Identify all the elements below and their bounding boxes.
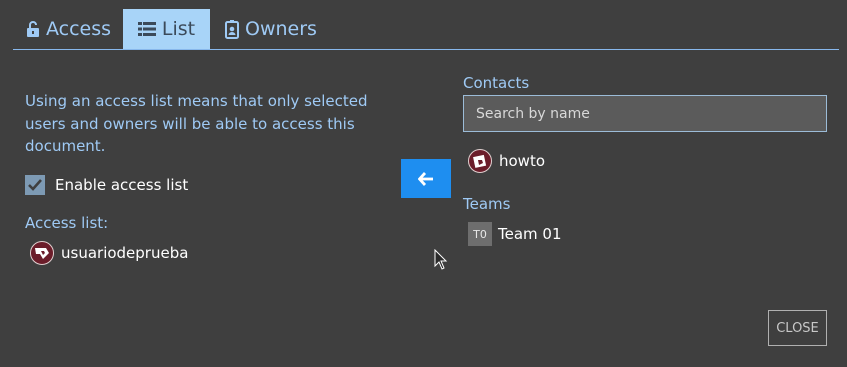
- id-badge-icon: [225, 19, 239, 39]
- enable-access-list-checkbox[interactable]: [25, 175, 45, 195]
- tab-list[interactable]: List: [123, 9, 210, 49]
- teams-heading: Teams: [463, 195, 511, 213]
- enable-access-list-label: Enable access list: [55, 176, 189, 194]
- arrow-left-icon: [418, 171, 433, 186]
- contact-name: howto: [499, 152, 546, 170]
- close-button[interactable]: CLOSE: [768, 310, 827, 346]
- team-name: Team 01: [498, 225, 562, 243]
- unlock-icon: [26, 20, 40, 38]
- contacts-heading: Contacts: [463, 74, 530, 92]
- move-to-access-list-button[interactable]: [401, 159, 451, 198]
- mouse-pointer-icon: [434, 249, 448, 270]
- tab-access[interactable]: Access: [26, 9, 111, 49]
- user-avatar-icon: [30, 241, 54, 265]
- checkmark-icon: [28, 179, 42, 191]
- tab-list-label: List: [161, 18, 196, 40]
- tab-owners-label: Owners: [245, 18, 317, 40]
- contact-item[interactable]: howto: [468, 149, 545, 173]
- access-list-item-name: usuariodeprueba: [61, 244, 189, 262]
- access-list-description: Using an access list means that only sel…: [25, 92, 368, 155]
- search-input[interactable]: [463, 95, 827, 132]
- tab-owners[interactable]: Owners: [225, 9, 317, 49]
- tab-bar: Access List Owners: [13, 9, 839, 50]
- list-icon: [137, 21, 156, 37]
- team-item[interactable]: T0 Team 01: [468, 222, 562, 246]
- team-badge: T0: [468, 222, 492, 246]
- access-list-item[interactable]: usuariodeprueba: [30, 241, 188, 265]
- enable-access-list-row[interactable]: Enable access list: [25, 175, 188, 195]
- tab-access-label: Access: [46, 18, 112, 40]
- access-list-heading: Access list:: [25, 214, 109, 232]
- contact-avatar-icon: [468, 149, 492, 173]
